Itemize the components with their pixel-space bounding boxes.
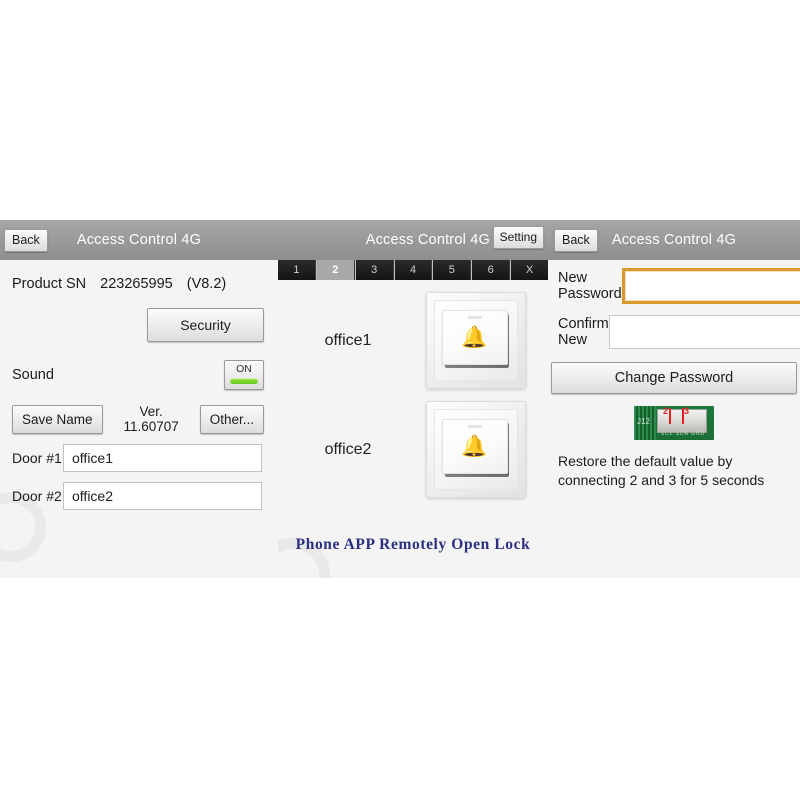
toggle-indicator-bar xyxy=(230,378,258,384)
panel-change-password: Back Access Control 4G New Password Conf… xyxy=(548,220,800,578)
switch-row-office2: office2 🔔 xyxy=(278,389,548,498)
pcb-diagram-image: J12 SCL SDA GND +12 2 3 xyxy=(634,406,714,440)
tab-6[interactable]: 6 xyxy=(472,260,511,280)
pcb-marker-line-2 xyxy=(669,408,671,424)
door-row-1: Door #1 xyxy=(10,444,268,472)
switch-label-office2: office2 xyxy=(324,440,372,458)
panel-right-body: New Password Confirm New Change Password… xyxy=(548,266,800,490)
panel-right-header: Back Access Control 4G xyxy=(548,220,800,260)
save-name-button[interactable]: Save Name xyxy=(12,404,103,434)
switch-rocker[interactable]: 🔔 xyxy=(441,419,508,474)
new-password-label: New Password xyxy=(558,270,622,302)
panel-left-header: Back Access Control 4G xyxy=(0,220,278,260)
switch-rocker[interactable]: 🔔 xyxy=(441,310,508,365)
page-title: Access Control 4G xyxy=(365,232,490,248)
panel-mid-header: Access Control 4G Setting xyxy=(278,220,548,260)
door-2-label: Door #2 xyxy=(12,488,62,504)
tab-5[interactable]: 5 xyxy=(433,260,472,280)
door-switch-office2[interactable]: 🔔 xyxy=(425,401,526,498)
confirm-password-row: Confirm New xyxy=(548,312,800,352)
tab-3[interactable]: 3 xyxy=(355,260,394,280)
product-sn-row: Product SN 223265995 (V8.2) xyxy=(10,260,268,292)
switch-row-office1: office1 🔔 xyxy=(278,280,548,389)
panel-left-body: Product SN 223265995 (V8.2) Security Sou… xyxy=(0,260,278,510)
confirm-password-input[interactable] xyxy=(608,315,800,349)
other-button[interactable]: Other... xyxy=(199,404,264,434)
restore-instructions: Restore the default value by connecting … xyxy=(558,453,765,488)
new-password-input[interactable] xyxy=(621,268,800,304)
panel-door-switches: Access Control 4G Setting 1 2 3 4 5 6 X … xyxy=(278,220,548,578)
promo-caption: Phone APP Remotely Open Lock xyxy=(295,536,531,553)
firmware-version: (V8.2) xyxy=(186,276,227,292)
tab-2[interactable]: 2 xyxy=(316,260,355,280)
pcb-marker-label-3: 3 xyxy=(684,406,690,416)
door-1-input[interactable] xyxy=(63,444,262,472)
security-row: Security xyxy=(10,308,268,342)
setting-button[interactable]: Setting xyxy=(492,226,544,249)
sound-toggle-state: ON xyxy=(236,363,252,375)
security-button[interactable]: Security xyxy=(147,308,264,342)
product-sn-value: 223265995 xyxy=(100,276,173,292)
pcb-pin-labels: SCL SDA GND +12 xyxy=(660,431,706,437)
pcb-connector-label: J12 xyxy=(637,417,650,426)
product-sn-label: Product SN xyxy=(12,276,87,292)
bell-icon: 🔔 xyxy=(461,435,488,458)
tab-4[interactable]: 4 xyxy=(394,260,433,280)
confirm-password-label: Confirm New xyxy=(558,316,609,348)
version-text: Ver. 11.60707 xyxy=(123,404,179,434)
back-button[interactable]: Back xyxy=(4,228,48,252)
save-version-row: Save Name Ver. 11.60707 Other... xyxy=(10,404,268,434)
tab-1[interactable]: 1 xyxy=(278,260,316,280)
door-switch-office1[interactable]: 🔔 xyxy=(425,292,526,389)
door-row-2: Door #2 xyxy=(10,482,268,510)
sound-toggle[interactable]: ON xyxy=(224,360,264,390)
door-2-input[interactable] xyxy=(63,482,262,510)
pcb-marker-label-2: 2 xyxy=(663,406,669,416)
device-tab-strip: 1 2 3 4 5 6 X xyxy=(278,260,548,280)
switch-led-icon xyxy=(467,425,482,428)
panel-device-settings: Back Access Control 4G Product SN 223265… xyxy=(0,220,278,578)
new-password-row: New Password xyxy=(548,266,800,306)
change-password-button[interactable]: Change Password xyxy=(551,362,797,394)
panel-mid-body: office1 🔔 office2 🔔 Phone APP Remotely O… xyxy=(278,280,548,578)
sound-label: Sound xyxy=(12,367,54,383)
screenshot-canvas: Back Access Control 4G Product SN 223265… xyxy=(0,0,800,800)
sound-row: Sound ON xyxy=(10,360,268,390)
tab-x[interactable]: X xyxy=(511,260,548,280)
bell-icon: 🔔 xyxy=(461,326,488,349)
back-button[interactable]: Back xyxy=(554,228,598,252)
switch-led-icon xyxy=(467,316,482,319)
door-1-label: Door #1 xyxy=(12,450,62,466)
switch-label-office1: office1 xyxy=(324,331,372,349)
